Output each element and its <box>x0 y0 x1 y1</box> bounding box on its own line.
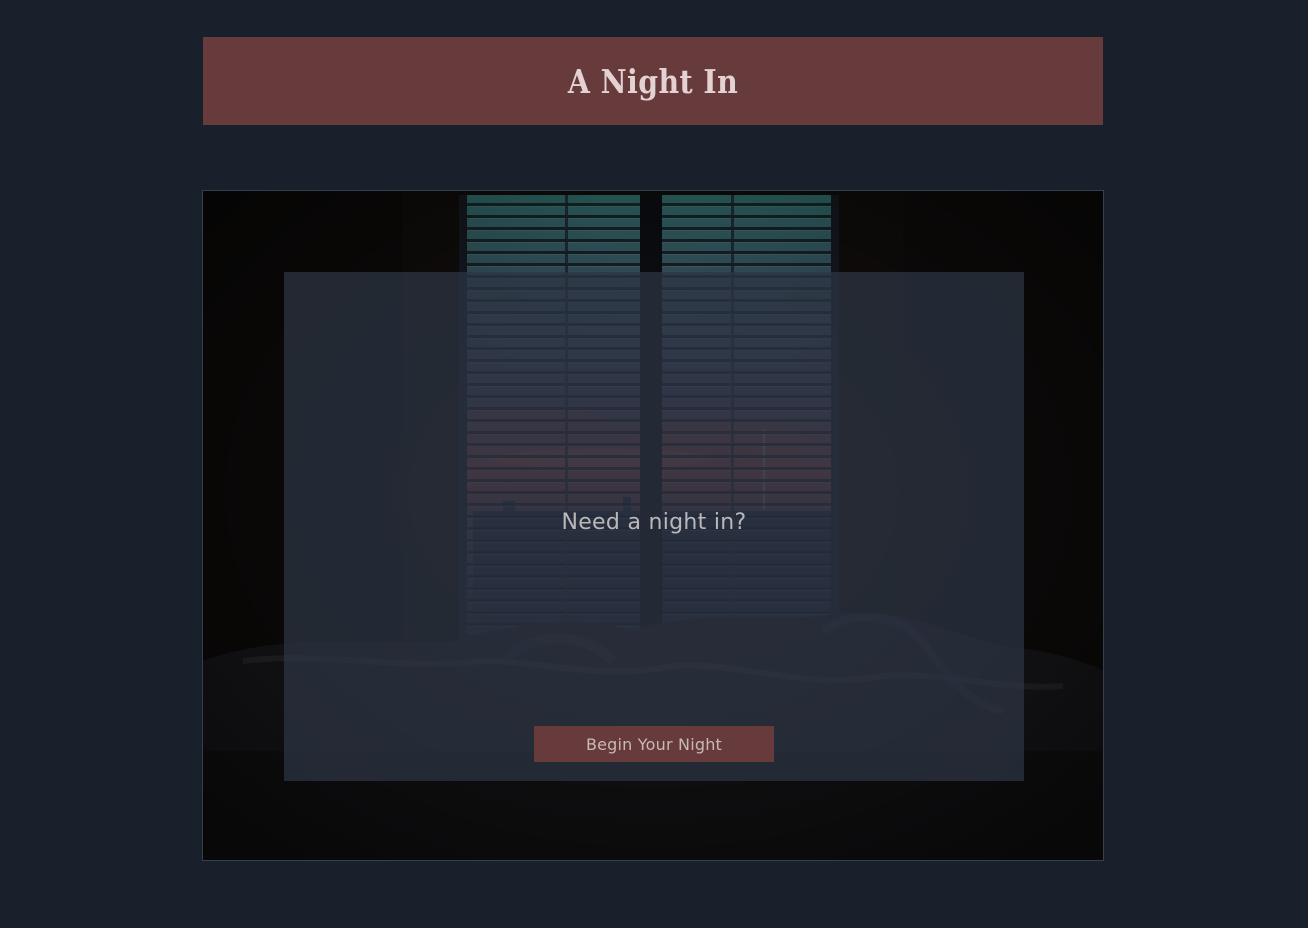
hero-section: Need a night in? Begin Your Night <box>202 190 1104 861</box>
hero-tagline: Need a night in? <box>561 510 747 535</box>
site-title: A Night In <box>567 61 739 101</box>
site-header: A Night In <box>203 37 1103 125</box>
intro-card: Need a night in? Begin Your Night <box>284 272 1024 781</box>
begin-your-night-button[interactable]: Begin Your Night <box>534 726 774 762</box>
